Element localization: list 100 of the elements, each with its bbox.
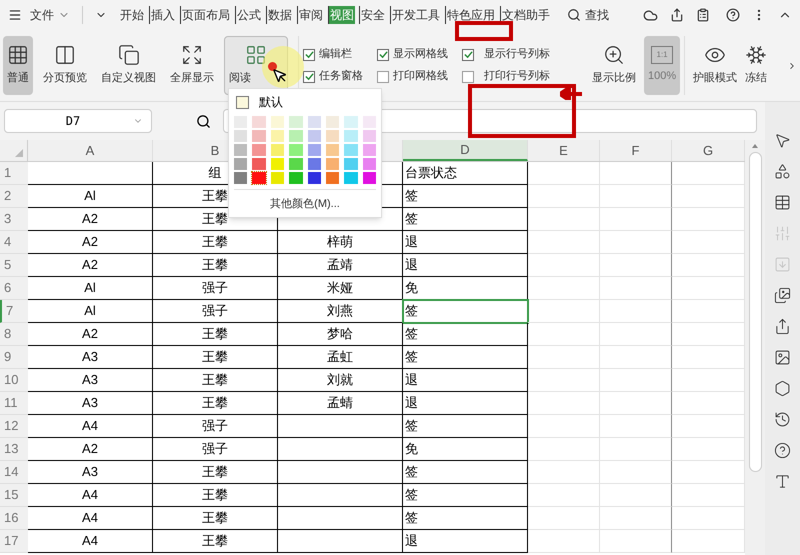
menu-tab[interactable]: 公式 — [235, 6, 262, 24]
menu-tab[interactable]: 文档助手 — [500, 6, 551, 24]
color-swatch[interactable] — [344, 144, 358, 156]
color-swatch[interactable] — [270, 116, 284, 128]
search-button[interactable]: 查找 — [567, 6, 609, 24]
view-button[interactable]: 全屏显示 — [166, 36, 218, 95]
hexagon-icon[interactable] — [774, 380, 791, 397]
view-button[interactable]: 分页预览 — [39, 36, 91, 95]
row-header[interactable]: 9 — [0, 346, 28, 369]
row-header[interactable]: 15 — [0, 484, 28, 507]
menu-tab[interactable]: 数据 — [266, 6, 293, 24]
help-icon[interactable] — [726, 8, 740, 22]
scrollbar[interactable] — [745, 140, 765, 555]
menu-tab[interactable]: 插入 — [149, 6, 176, 24]
color-swatch[interactable] — [234, 158, 248, 170]
default-color-option[interactable]: 默认 — [234, 93, 376, 111]
color-swatch[interactable] — [362, 130, 376, 142]
color-swatch[interactable] — [344, 158, 358, 170]
column-header[interactable]: A — [28, 140, 153, 161]
row-header[interactable]: 10 — [0, 369, 28, 392]
file-menu[interactable]: 文件 — [30, 6, 54, 24]
color-swatch[interactable] — [362, 158, 376, 170]
zoom-button[interactable]: 显示比例 — [588, 36, 640, 95]
color-swatch[interactable] — [344, 172, 358, 184]
color-swatch[interactable] — [308, 172, 321, 184]
color-swatch[interactable] — [308, 130, 321, 142]
search-icon[interactable] — [196, 114, 211, 128]
menu-tab[interactable]: 安全 — [359, 6, 386, 24]
color-swatch[interactable] — [289, 172, 302, 184]
row-header[interactable]: 13 — [0, 438, 28, 461]
color-swatch[interactable] — [234, 130, 248, 142]
color-swatch[interactable] — [252, 130, 266, 142]
color-swatch[interactable] — [252, 158, 266, 170]
eye-mode-button[interactable]: 护眼模式 — [689, 36, 742, 95]
row-header[interactable]: 5 — [0, 254, 28, 277]
menu-tab[interactable]: 特色应用 — [445, 6, 496, 24]
color-swatch[interactable] — [270, 144, 284, 156]
freeze-button[interactable]: 冻结 — [741, 36, 772, 95]
row-header[interactable]: 7 — [0, 300, 28, 323]
checkbox[interactable] — [377, 48, 389, 60]
color-swatch[interactable] — [344, 116, 358, 128]
checkbox[interactable] — [462, 70, 474, 82]
scroll-up-icon[interactable] — [752, 144, 758, 148]
share-icon[interactable] — [670, 8, 684, 22]
row-header[interactable]: 6 — [0, 277, 28, 300]
color-swatch[interactable] — [270, 158, 284, 170]
color-swatch[interactable] — [308, 116, 321, 128]
color-swatch[interactable] — [234, 172, 248, 184]
row-header[interactable]: 1 — [0, 162, 28, 185]
cloud-icon[interactable] — [643, 8, 658, 22]
color-swatch[interactable] — [326, 116, 340, 128]
history-icon[interactable] — [774, 411, 791, 428]
name-box[interactable]: D7 — [4, 109, 152, 133]
text-icon[interactable] — [774, 473, 791, 490]
shapes-icon[interactable] — [774, 163, 791, 180]
image-icon[interactable] — [774, 349, 791, 366]
color-swatch[interactable] — [252, 172, 266, 184]
row-header[interactable]: 11 — [0, 392, 28, 415]
column-header[interactable]: F — [600, 140, 672, 161]
menu-tab[interactable]: 开发工具 — [390, 6, 441, 24]
view-button[interactable]: 自定义视图 — [97, 36, 160, 95]
column-header[interactable]: D — [403, 140, 528, 161]
color-swatch[interactable] — [344, 130, 358, 142]
help-icon[interactable] — [774, 442, 791, 459]
pointer-icon[interactable] — [774, 132, 791, 149]
checkbox[interactable] — [303, 48, 315, 60]
menu-icon[interactable] — [8, 8, 22, 22]
menu-tab[interactable]: 开始 — [119, 6, 145, 24]
row-header[interactable]: 4 — [0, 231, 28, 254]
color-swatch[interactable] — [362, 172, 376, 184]
color-swatch[interactable] — [326, 144, 340, 156]
images-icon[interactable] — [774, 287, 791, 304]
color-swatch[interactable] — [270, 172, 284, 184]
color-swatch[interactable] — [289, 144, 302, 156]
row-header[interactable]: 3 — [0, 208, 28, 231]
menu-tab[interactable]: 页面布局 — [180, 6, 231, 24]
color-swatch[interactable] — [252, 116, 266, 128]
row-header[interactable]: 17 — [0, 530, 28, 553]
color-swatch[interactable] — [308, 144, 321, 156]
color-swatch[interactable] — [289, 130, 302, 142]
row-header[interactable]: 14 — [0, 461, 28, 484]
menu-tab[interactable]: 审阅 — [297, 6, 324, 24]
color-swatch[interactable] — [252, 144, 266, 156]
color-swatch[interactable] — [326, 172, 340, 184]
row-header[interactable]: 12 — [0, 415, 28, 438]
clipboard-icon[interactable] — [696, 8, 710, 22]
color-swatch[interactable] — [326, 158, 340, 170]
share-icon[interactable] — [774, 318, 791, 335]
menu-tab[interactable]: 视图 — [328, 6, 355, 24]
checkbox[interactable] — [303, 70, 315, 82]
row-header[interactable]: 16 — [0, 507, 28, 530]
color-swatch[interactable] — [234, 144, 248, 156]
color-swatch[interactable] — [270, 130, 284, 142]
row-header[interactable]: 8 — [0, 323, 28, 346]
color-swatch[interactable] — [326, 130, 340, 142]
checkbox[interactable] — [462, 48, 474, 60]
color-swatch[interactable] — [289, 116, 302, 128]
column-header[interactable]: E — [528, 140, 600, 161]
color-swatch[interactable] — [289, 158, 302, 170]
view-button[interactable]: 普通 — [3, 36, 33, 95]
